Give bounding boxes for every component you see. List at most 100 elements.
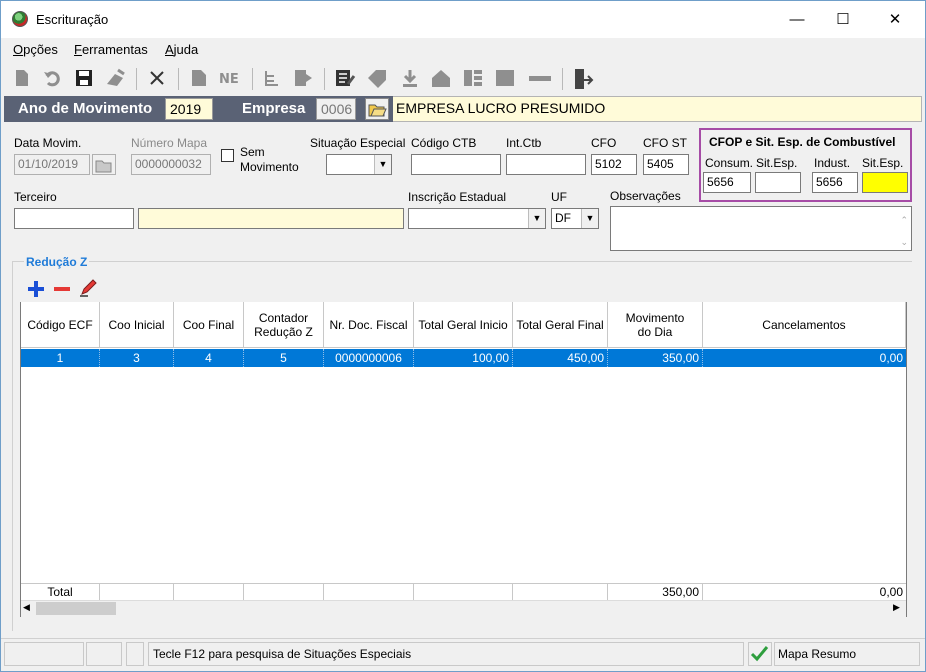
terceiro-name-input[interactable] — [138, 208, 404, 229]
undo-icon[interactable] — [42, 68, 62, 88]
column-header[interactable]: Total Geral Final — [513, 302, 608, 348]
terceiro-code-input[interactable] — [14, 208, 134, 229]
document-icon[interactable] — [189, 68, 209, 88]
chevron-down-icon[interactable]: ▼ — [528, 209, 545, 228]
edit-pencil-icon[interactable] — [78, 278, 98, 298]
toolbar-separator — [136, 68, 137, 90]
column-header[interactable]: Código ECF — [21, 302, 100, 348]
status-hint: Tecle F12 para pesquisa de Situações Esp… — [148, 642, 744, 666]
columns-icon[interactable] — [462, 68, 482, 88]
svg-text:NE: NE — [219, 72, 239, 87]
menu-mnemonic: A — [165, 42, 174, 57]
observacoes-textarea[interactable]: ⌃ ⌄ — [610, 206, 912, 251]
tree-icon[interactable] — [262, 68, 282, 88]
total-cell — [414, 583, 513, 600]
column-header[interactable]: Total Geral Inicio — [414, 302, 513, 348]
toolbar-separator — [252, 68, 253, 90]
total-cell — [244, 583, 324, 600]
empresa-name: EMPRESA LUCRO PRESUMIDO — [396, 100, 606, 116]
grid-icon[interactable] — [494, 68, 514, 88]
column-header[interactable]: Nr. Doc. Fiscal — [324, 302, 414, 348]
minimize-button[interactable]: — — [774, 9, 820, 31]
home-icon[interactable] — [430, 68, 450, 88]
total-cell — [324, 583, 414, 600]
toolbar-separator — [562, 68, 563, 90]
cfo-input[interactable]: 5102 — [591, 154, 637, 175]
nfe-icon[interactable]: NE — [219, 68, 239, 88]
total-cell — [513, 583, 608, 600]
column-header[interactable]: Cancelamentos — [703, 302, 906, 348]
date-picker-icon[interactable] — [92, 154, 116, 175]
sem-movimento-checkbox[interactable] — [221, 149, 234, 162]
menu-opcoes[interactable]: Opções — [13, 42, 58, 57]
open-folder-icon[interactable] — [365, 98, 389, 120]
cell-codigo-ecf[interactable]: 1 — [21, 349, 100, 367]
sem-movimento-label-1: Sem — [240, 145, 265, 159]
data-movim-input[interactable]: 01/10/2019 — [14, 154, 90, 175]
empresa-label: Empresa — [242, 100, 306, 117]
menu-label: pções — [23, 42, 58, 57]
close-button[interactable]: ✕ — [872, 9, 918, 31]
menu-ajuda[interactable]: Ajuda — [165, 42, 198, 57]
scroll-down-icon[interactable]: ⌄ — [900, 233, 908, 252]
add-icon[interactable] — [26, 279, 46, 299]
cfo-st-input[interactable]: 5405 — [643, 154, 689, 175]
chevron-down-icon[interactable]: ▼ — [581, 209, 598, 228]
remove-icon[interactable] — [52, 279, 72, 299]
status-panel — [4, 642, 84, 666]
cell-total-inicio[interactable]: 100,00 — [414, 349, 513, 367]
download-icon[interactable] — [400, 68, 420, 88]
scrollbar-thumb[interactable] — [36, 602, 116, 615]
scroll-up-icon[interactable]: ⌃ — [900, 211, 908, 230]
menu-label: erramentas — [81, 42, 148, 57]
sitesp-indust-input[interactable] — [862, 172, 908, 193]
cell-coo-inicial[interactable]: 3 — [100, 349, 174, 367]
menu-ferramentas[interactable]: Ferramentas — [74, 42, 148, 57]
cell-nr-doc[interactable]: 0000000006 — [324, 349, 414, 367]
cell-cancelamentos[interactable]: 0,00 — [703, 349, 906, 367]
export-icon[interactable] — [292, 68, 312, 88]
indust-input[interactable]: 5656 — [812, 172, 858, 193]
scroll-left-icon[interactable]: ◀ — [23, 602, 30, 613]
tag-icon[interactable] — [366, 68, 386, 88]
cell-contador-reducao[interactable]: 5 — [244, 349, 324, 367]
column-header[interactable]: Coo Final — [174, 302, 244, 348]
column-header[interactable]: Movimento do Dia — [608, 302, 703, 348]
status-divider — [1, 638, 925, 639]
new-icon[interactable] — [12, 68, 32, 88]
cell-coo-final[interactable]: 4 — [174, 349, 244, 367]
inscricao-estadual-select[interactable]: ▼ — [408, 208, 546, 229]
cell-movimento[interactable]: 350,00 — [608, 349, 703, 367]
clear-icon[interactable] — [104, 68, 125, 88]
empresa-code[interactable]: 0006 — [316, 98, 356, 120]
inscricao-estadual-label: Inscrição Estadual — [408, 190, 507, 204]
cancel-icon[interactable] — [147, 68, 167, 88]
total-cell — [100, 583, 174, 600]
status-panel — [126, 642, 144, 666]
cfop-group-title: CFOP e Sit. Esp. de Combustível — [709, 135, 896, 149]
edit-document-icon[interactable] — [334, 68, 356, 88]
section-divider — [12, 261, 912, 262]
situacao-especial-select[interactable]: ▼ — [326, 154, 392, 175]
consum-input[interactable]: 5656 — [703, 172, 751, 193]
chevron-down-icon[interactable]: ▼ — [374, 155, 391, 174]
numero-mapa-input[interactable]: 0000000032 — [131, 154, 211, 175]
total-movimento: 350,00 — [608, 583, 703, 600]
menu-mnemonic: O — [13, 42, 24, 57]
int-ctb-input[interactable] — [506, 154, 586, 175]
ano-movimento-value[interactable]: 2019 — [165, 98, 213, 120]
exit-icon[interactable] — [572, 68, 594, 89]
save-icon[interactable] — [74, 68, 94, 88]
indust-label: Indust. — [814, 156, 851, 170]
uf-select[interactable]: DF ▼ — [551, 208, 599, 229]
scroll-right-icon[interactable]: ▶ — [893, 602, 900, 613]
total-cancelamentos: 0,00 — [703, 583, 906, 600]
column-header[interactable]: Coo Inicial — [100, 302, 174, 348]
sitesp-consum-input[interactable] — [755, 172, 801, 193]
codigo-ctb-input[interactable] — [411, 154, 501, 175]
maximize-button[interactable]: ☐ — [820, 9, 866, 31]
horizontal-scrollbar[interactable] — [21, 600, 906, 617]
cell-total-final[interactable]: 450,00 — [513, 349, 608, 367]
minus-icon[interactable] — [528, 68, 551, 88]
column-header[interactable]: Contador Redução Z — [244, 302, 324, 348]
